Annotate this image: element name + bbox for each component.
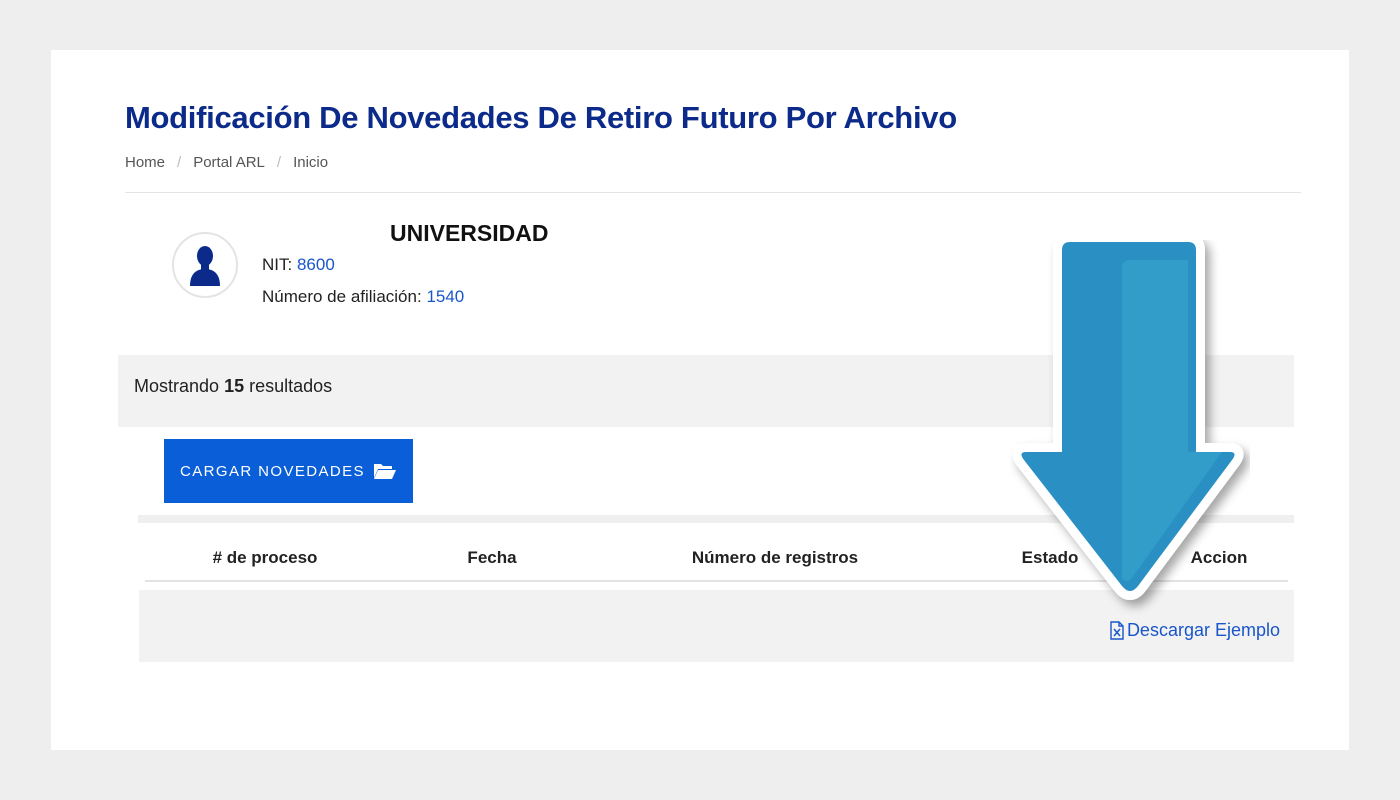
breadcrumb: Home / Portal ARL / Inicio xyxy=(125,154,328,171)
results-prefix: Mostrando xyxy=(134,376,220,396)
column-header-action: Accion xyxy=(1190,548,1248,567)
table-top-bar xyxy=(138,515,1294,523)
affiliation-line: Número de afiliación: 1540 xyxy=(262,287,464,307)
divider xyxy=(125,192,1301,193)
nit-line: NIT: 8600 xyxy=(262,255,335,275)
user-icon xyxy=(190,246,220,286)
nit-value: 8600 xyxy=(296,255,335,274)
download-example-link[interactable]: Descargar Ejemplo xyxy=(1109,620,1280,641)
nit-label: NIT: xyxy=(262,255,293,274)
page-title: Modificación De Novedades De Retiro Futu… xyxy=(125,100,957,135)
breadcrumb-inicio: Inicio xyxy=(293,154,329,171)
results-bar: Mostrando 15 resultados xyxy=(118,355,1294,427)
column-header-status: Estado xyxy=(1021,548,1079,567)
folder-open-icon xyxy=(373,464,396,479)
avatar xyxy=(172,232,238,298)
upload-button-label: CARGAR NOVEDADES xyxy=(180,462,365,480)
column-header-date: Fecha xyxy=(467,548,517,567)
excel-file-icon xyxy=(1110,621,1124,640)
company-name: UNIVERSIDAD xyxy=(390,220,549,246)
affiliation-value: 1540 xyxy=(426,287,465,306)
table-header: # de proceso Fecha Número de registros E… xyxy=(145,540,1288,582)
results-count-text: Mostrando 15 resultados xyxy=(134,376,332,397)
column-header-records: Número de registros xyxy=(691,548,859,567)
table-row: Descargar Ejemplo xyxy=(139,590,1294,662)
column-header-process: # de proceso xyxy=(212,548,318,567)
affiliation-label: Número de afiliación: xyxy=(262,287,422,306)
download-example-label: Descargar Ejemplo xyxy=(1126,620,1280,640)
results-count: 15 xyxy=(224,376,245,396)
breadcrumb-portal-arl[interactable]: Portal ARL xyxy=(193,154,265,171)
upload-novedades-button[interactable]: CARGAR NOVEDADES xyxy=(164,439,413,503)
breadcrumb-separator: / xyxy=(276,154,282,171)
breadcrumb-home[interactable]: Home xyxy=(125,154,165,171)
results-suffix: resultados xyxy=(249,376,333,396)
breadcrumb-separator: / xyxy=(177,154,182,171)
